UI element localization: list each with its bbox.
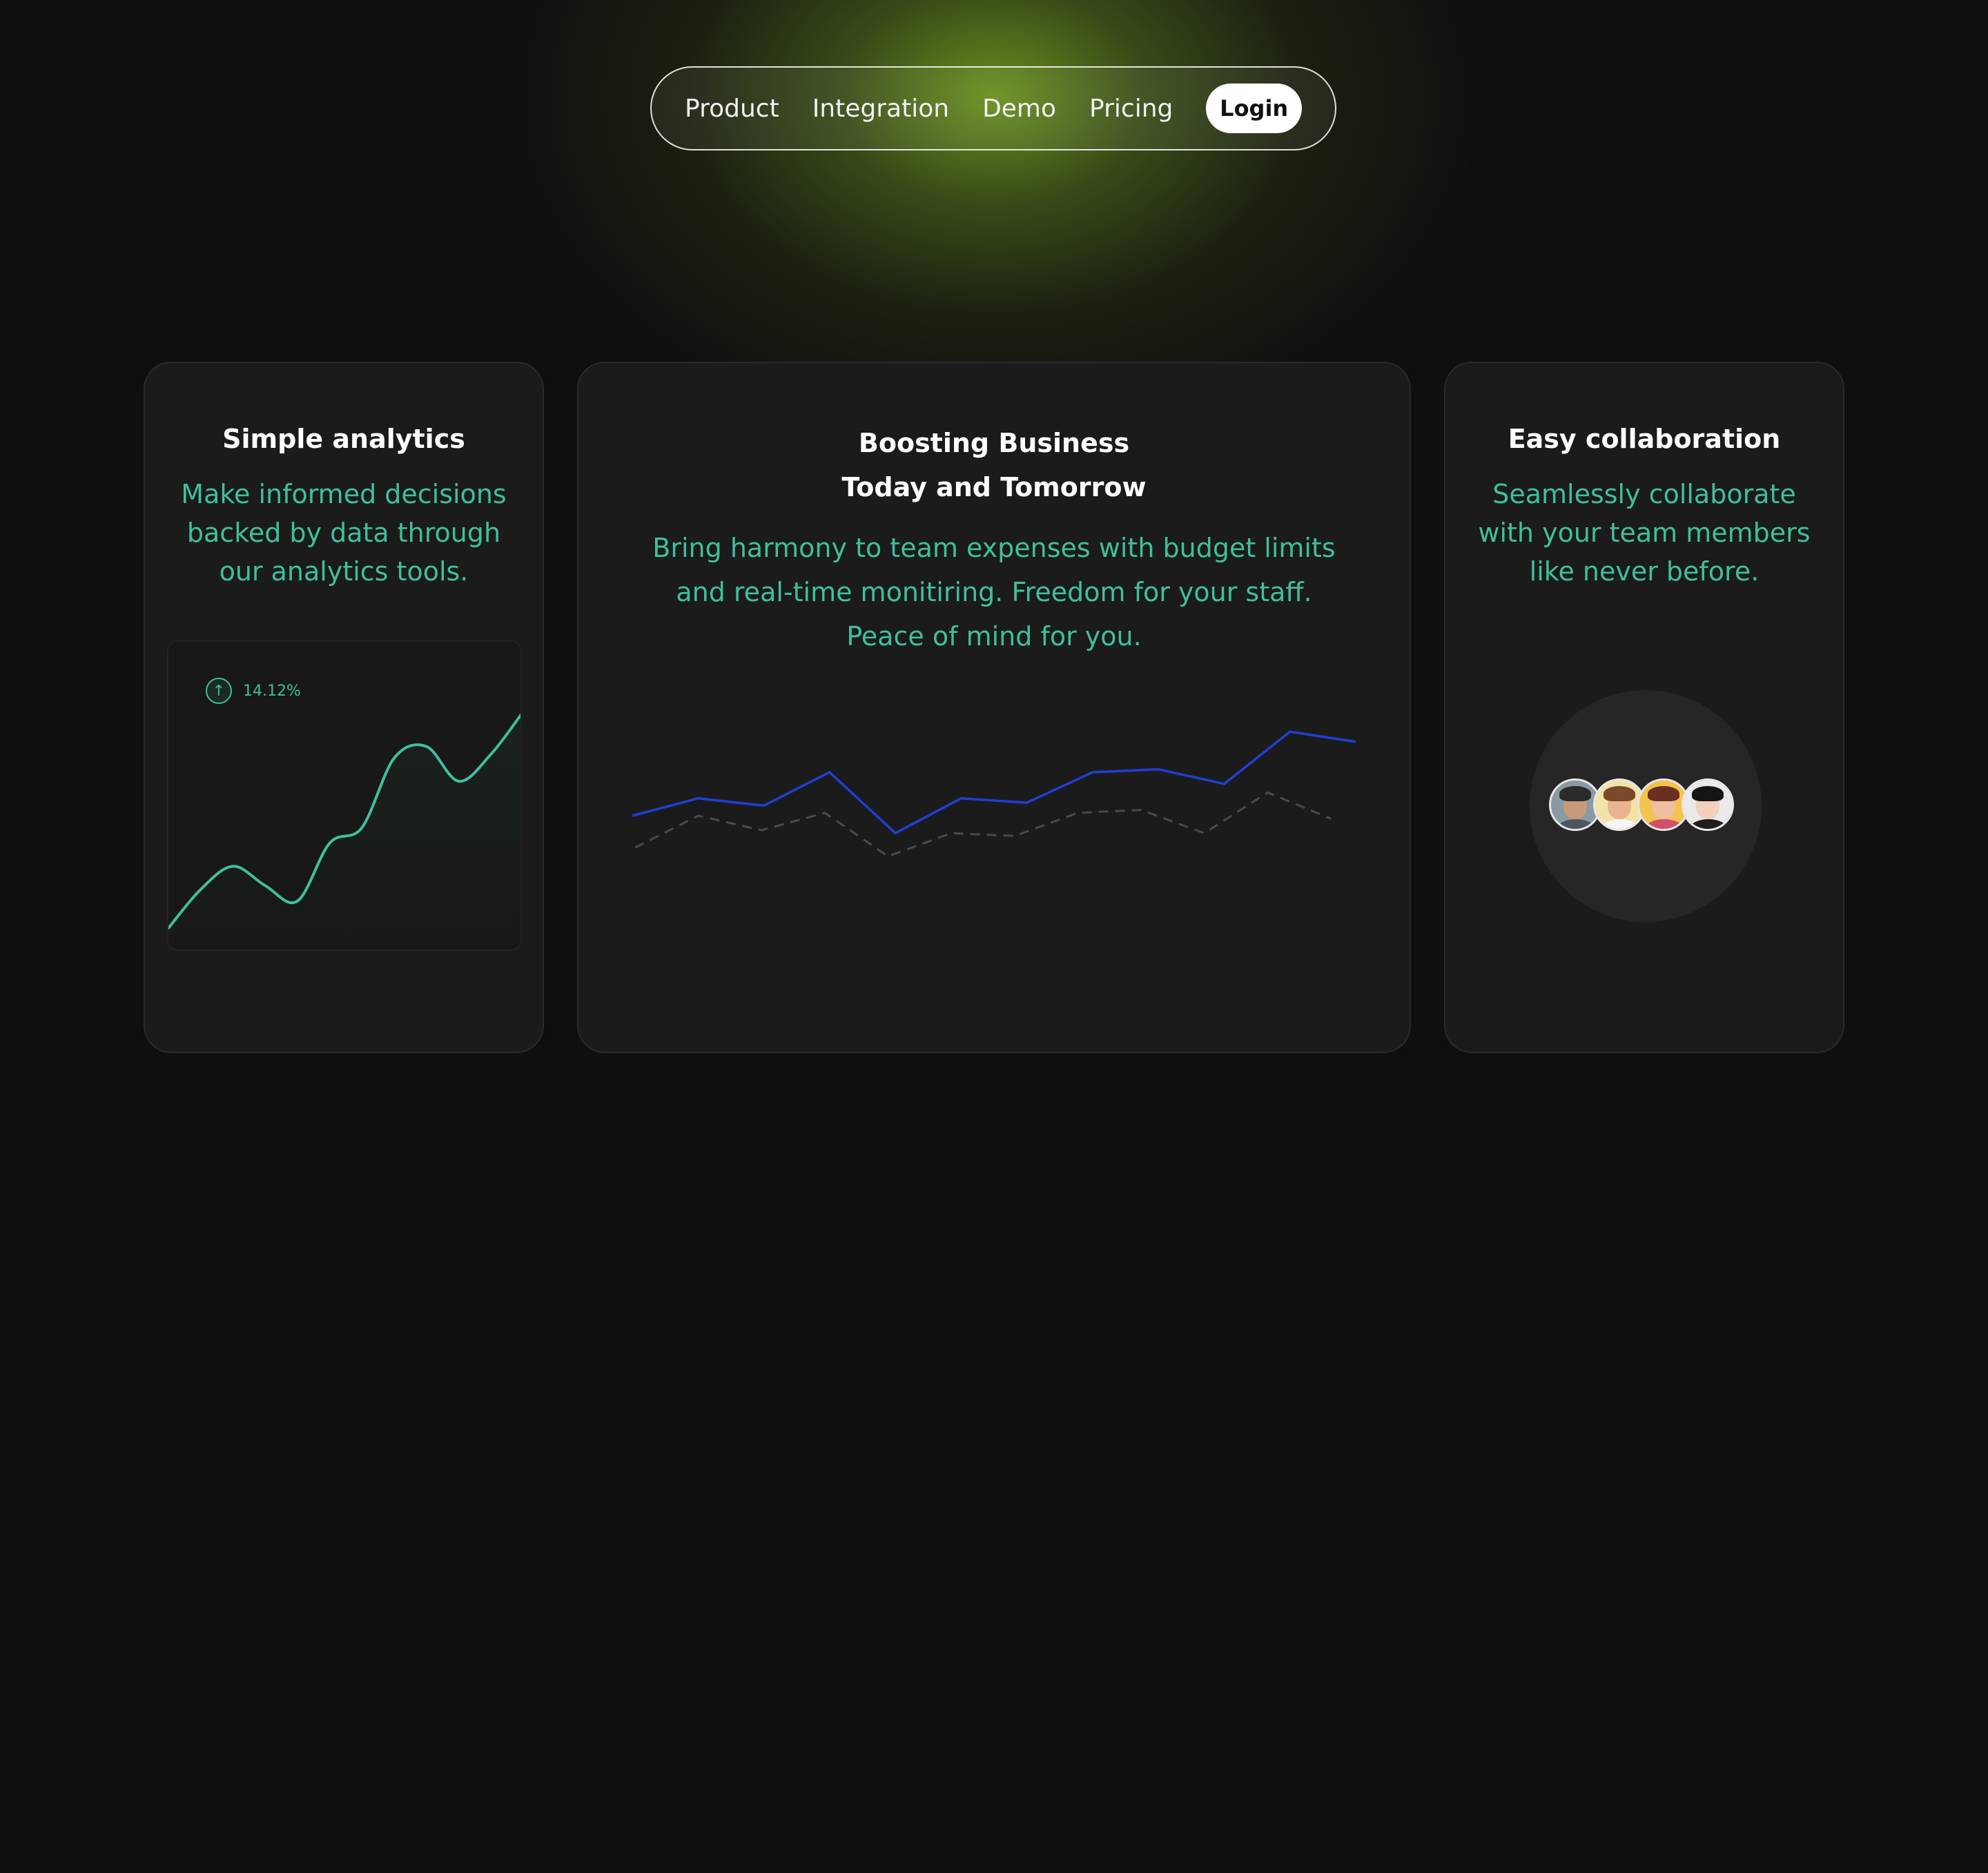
business-series-solid-line	[632, 730, 1356, 835]
collaboration-card-title: Easy collaboration	[1508, 424, 1781, 454]
analytics-card-description: Make informed decisions backed by data t…	[181, 479, 507, 587]
business-chart-svg	[632, 730, 1356, 858]
nav-link-product[interactable]: Product	[685, 95, 779, 123]
analytics-card: Simple analytics Make informed decisions…	[144, 362, 544, 1053]
nav-link-integration[interactable]: Integration	[812, 95, 949, 123]
growth-stat: ↑ 14.12%	[206, 678, 301, 704]
collaboration-card: Easy collaboration Seamlessly collaborat…	[1444, 362, 1844, 1053]
growth-stat-value: 14.12%	[243, 682, 301, 700]
avatar-4[interactable]	[1682, 778, 1734, 831]
nav-link-pricing[interactable]: Pricing	[1089, 95, 1173, 123]
top-navigation: Product Integration Demo Pricing Login	[650, 66, 1336, 150]
login-button[interactable]: Login	[1206, 84, 1302, 133]
team-avatars	[1549, 778, 1734, 834]
analytics-chart: ↑ 14.12%	[167, 640, 522, 951]
collaboration-card-description: Seamlessly collaborate with your team me…	[1478, 479, 1811, 587]
business-card: Boosting Business Today and Tomorrow Bri…	[577, 362, 1411, 1053]
analytics-area	[168, 715, 520, 950]
analytics-card-title: Simple analytics	[222, 424, 465, 454]
nav-link-demo[interactable]: Demo	[982, 95, 1056, 123]
arrow-up-icon: ↑	[206, 678, 232, 704]
